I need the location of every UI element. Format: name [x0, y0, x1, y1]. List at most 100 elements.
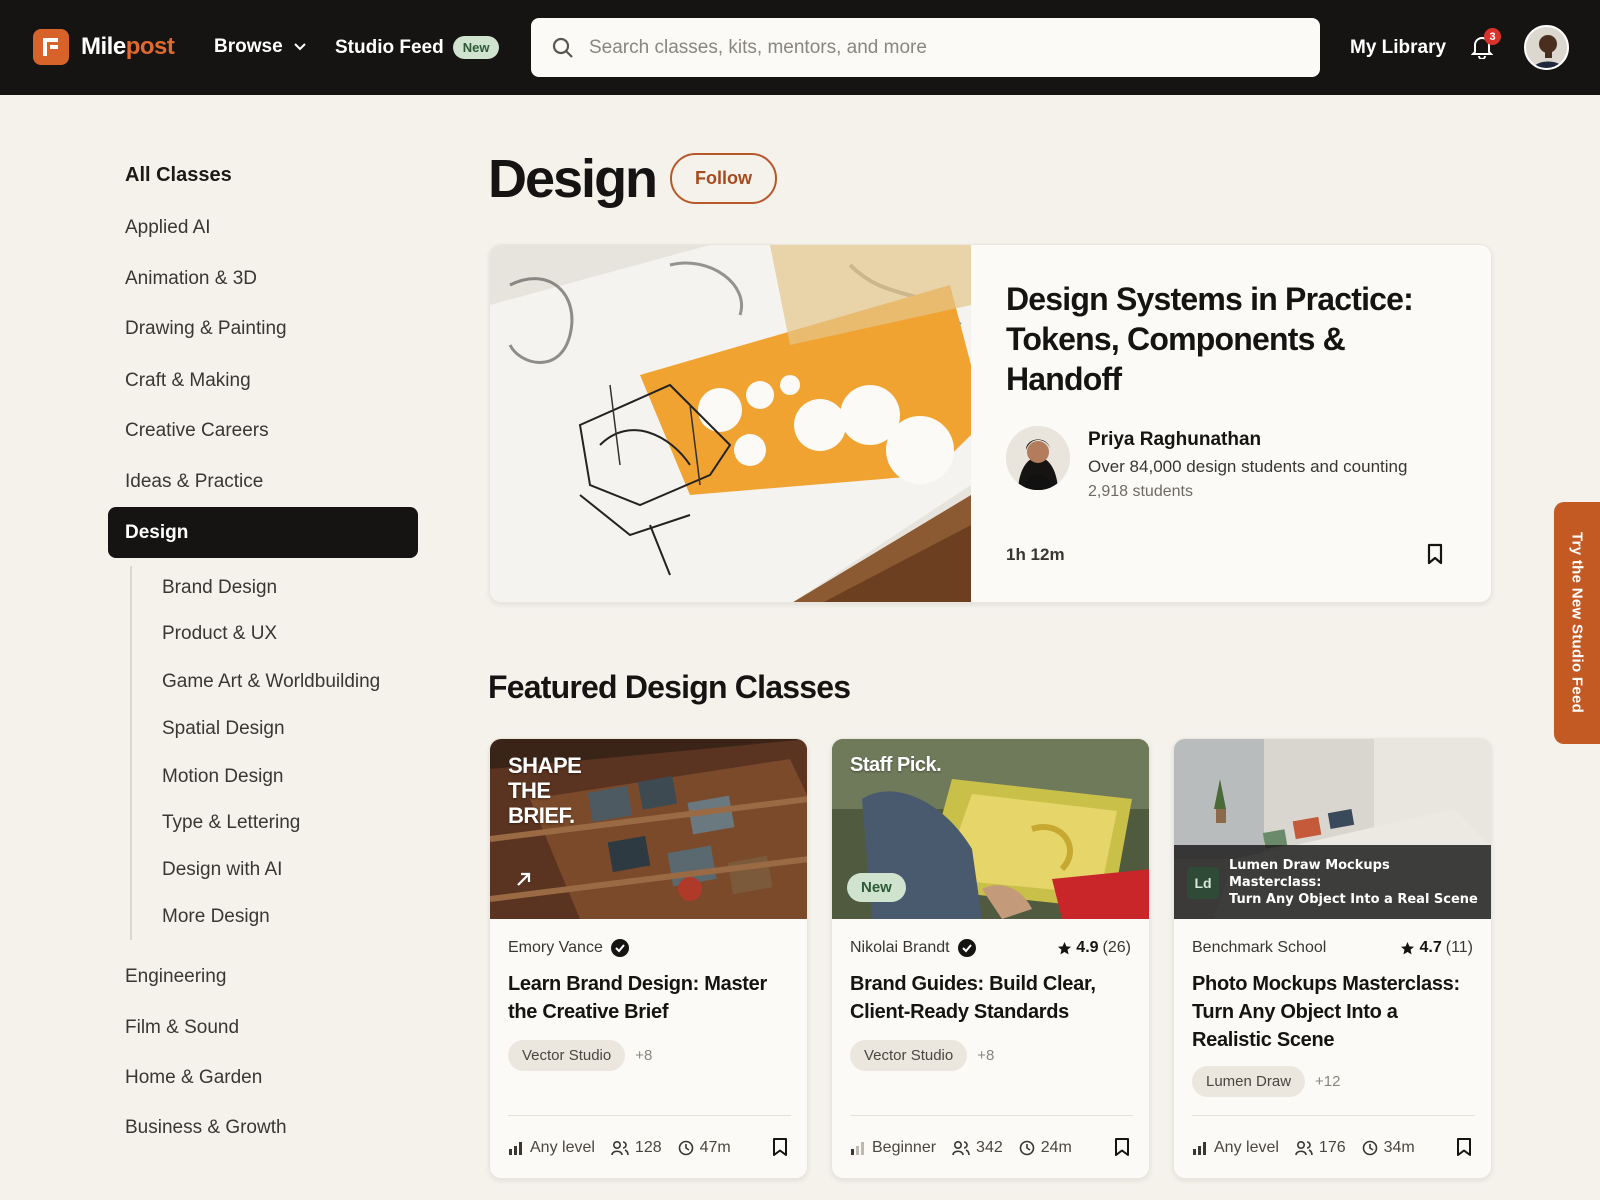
- clock-icon: [678, 1140, 693, 1156]
- logo-mark-icon: [33, 29, 69, 65]
- level-label: Any level: [1214, 1139, 1279, 1156]
- studio-feed-label: Studio Feed: [335, 36, 444, 58]
- duration: 47m: [699, 1139, 731, 1156]
- sidebar-item-animation-3d[interactable]: Animation & 3D: [125, 268, 257, 290]
- students-count: 128: [634, 1139, 662, 1156]
- all-classes-heading[interactable]: All Classes: [125, 164, 232, 187]
- browse-menu[interactable]: Browse: [214, 36, 307, 58]
- card-title[interactable]: Learn Brand Design: Master the Creative …: [508, 970, 791, 1026]
- sidebar-subitem-more-design[interactable]: More Design: [162, 906, 270, 928]
- card-author: Emory Vance: [508, 939, 629, 957]
- bookmark-button[interactable]: [1113, 1137, 1131, 1162]
- hero-class-card[interactable]: Design Systems in Practice: Tokens, Comp…: [489, 244, 1492, 603]
- card-meta: Any level 176 34m: [1192, 1139, 1475, 1157]
- software-logo: Ld: [1187, 867, 1219, 899]
- sidebar-item-craft-making[interactable]: Craft & Making: [125, 370, 251, 392]
- studio-feed-link[interactable]: Studio Feed New: [335, 36, 500, 59]
- sidebar-item-business-growth[interactable]: Business & Growth: [125, 1117, 287, 1139]
- new-badge: New: [847, 873, 906, 902]
- sidebar-subitem-design-with-ai[interactable]: Design with AI: [162, 859, 282, 881]
- sidebar-item-engineering[interactable]: Engineering: [125, 966, 226, 988]
- software-tag[interactable]: Vector Studio: [850, 1040, 968, 1071]
- hero-sketch-image: [490, 245, 971, 602]
- rating-value: 4.7: [1419, 939, 1442, 956]
- sidebar-subitem-product-ux[interactable]: Product & UX: [162, 623, 277, 645]
- instructor-avatar: [1006, 426, 1070, 490]
- follow-button[interactable]: Follow: [670, 153, 777, 204]
- card-divider: [508, 1115, 791, 1116]
- clock-icon: [1362, 1140, 1377, 1156]
- author-name[interactable]: Nikolai Brandt: [850, 939, 950, 957]
- top-navigation-bar: Milepost Browse Studio Feed New My Libra…: [0, 0, 1600, 95]
- brand-wordmark: Milepost: [81, 33, 175, 60]
- hero-class-title[interactable]: Design Systems in Practice: Tokens, Comp…: [1006, 279, 1446, 399]
- studio-feed-side-tab[interactable]: Try the New Studio Feed: [1554, 502, 1600, 744]
- section-title: Featured Design Classes: [488, 669, 851, 705]
- rating: 4.9 (26): [1057, 939, 1131, 957]
- bookmark-button[interactable]: [1425, 543, 1445, 570]
- sidebar-item-film-sound[interactable]: Film & Sound: [125, 1017, 239, 1039]
- verified-check-icon: [957, 939, 976, 957]
- sidebar-subitem-spatial-design[interactable]: Spatial Design: [162, 718, 285, 740]
- class-card[interactable]: Staff Pick. New Nikolai Brandt 4.9 (26) …: [831, 738, 1150, 1179]
- my-library-link[interactable]: My Library: [1350, 37, 1446, 59]
- bookmark-button[interactable]: [771, 1137, 789, 1162]
- author-name[interactable]: Emory Vance: [508, 939, 603, 957]
- rating-value: 4.9: [1076, 939, 1099, 956]
- class-thumbnail: Ld Lumen Draw Mockups Masterclass: Turn …: [1174, 739, 1491, 919]
- sidebar-subitem-game-art[interactable]: Game Art & Worldbuilding: [162, 671, 380, 693]
- new-badge: New: [452, 36, 500, 59]
- browse-label: Browse: [214, 36, 283, 57]
- sidebar-item-home-garden[interactable]: Home & Garden: [125, 1067, 262, 1089]
- level-bars-icon: [851, 1142, 864, 1155]
- search-input[interactable]: [589, 36, 1289, 59]
- software-tag[interactable]: Lumen Draw: [1192, 1066, 1306, 1097]
- class-card[interactable]: SHAPE THE BRIEF. Emory Vance Learn Brand…: [489, 738, 808, 1179]
- class-card[interactable]: Ld Lumen Draw Mockups Masterclass: Turn …: [1173, 738, 1492, 1179]
- instructor-name[interactable]: Priya Raghunathan: [1088, 429, 1261, 451]
- sidebar-subitem-type-lettering[interactable]: Type & Lettering: [162, 812, 300, 834]
- bookmark-button[interactable]: [1455, 1137, 1473, 1162]
- verified-check-icon: [610, 939, 629, 957]
- class-thumbnail: SHAPE THE BRIEF.: [490, 739, 807, 919]
- banner-text: Lumen Draw Mockups Masterclass: Turn Any…: [1229, 858, 1478, 907]
- duration: 24m: [1040, 1139, 1072, 1156]
- star-icon: [1058, 941, 1072, 954]
- arrow-up-right-icon: [517, 872, 531, 886]
- card-title[interactable]: Brand Guides: Build Clear, Client-Ready …: [850, 970, 1133, 1026]
- level-bars-icon: [1193, 1142, 1206, 1155]
- tag-row: Vector Studio +8: [508, 1040, 652, 1071]
- card-title[interactable]: Photo Mockups Masterclass: Turn Any Obje…: [1192, 970, 1475, 1054]
- sidebar-item-design-active[interactable]: Design: [108, 507, 418, 558]
- students-count: 342: [976, 1139, 1003, 1156]
- users-icon: [952, 1140, 970, 1156]
- duration: 34m: [1383, 1139, 1415, 1156]
- sidebar-subitem-brand-design[interactable]: Brand Design: [162, 577, 277, 599]
- sidebar-item-drawing-painting[interactable]: Drawing & Painting: [125, 318, 287, 340]
- software-tag[interactable]: Vector Studio: [508, 1040, 626, 1071]
- clock-icon: [1019, 1140, 1035, 1156]
- level-label: Any level: [530, 1139, 595, 1156]
- brand-logo[interactable]: Milepost: [33, 29, 175, 65]
- card-meta: Beginner 342 24m: [850, 1139, 1133, 1157]
- subcategory-divider: [130, 566, 132, 940]
- card-author: Nikolai Brandt: [850, 939, 976, 957]
- search-bar: [531, 18, 1320, 77]
- sidebar-item-applied-ai[interactable]: Applied AI: [125, 217, 211, 239]
- thumbnail-overlay-text: SHAPE THE BRIEF.: [508, 753, 582, 828]
- tag-more-count[interactable]: +8: [977, 1047, 994, 1064]
- bookmark-icon: [1115, 1138, 1129, 1156]
- user-avatar[interactable]: [1524, 25, 1569, 70]
- sidebar-item-ideas-practice[interactable]: Ideas & Practice: [125, 471, 263, 493]
- notifications-button[interactable]: 3: [1470, 28, 1501, 64]
- bookmark-icon: [1457, 1138, 1471, 1156]
- notification-count-badge: 3: [1484, 28, 1501, 45]
- thumbnail-overlay-text: Staff Pick.: [850, 754, 942, 776]
- tag-more-count[interactable]: +8: [635, 1047, 652, 1064]
- card-meta: Any level 128 47m: [508, 1139, 791, 1157]
- author-name[interactable]: Benchmark School: [1192, 939, 1326, 957]
- sidebar-subitem-motion-design[interactable]: Motion Design: [162, 766, 283, 788]
- sidebar-item-creative-careers[interactable]: Creative Careers: [125, 420, 269, 442]
- search-icon: [552, 37, 573, 58]
- tag-more-count[interactable]: +12: [1315, 1073, 1340, 1090]
